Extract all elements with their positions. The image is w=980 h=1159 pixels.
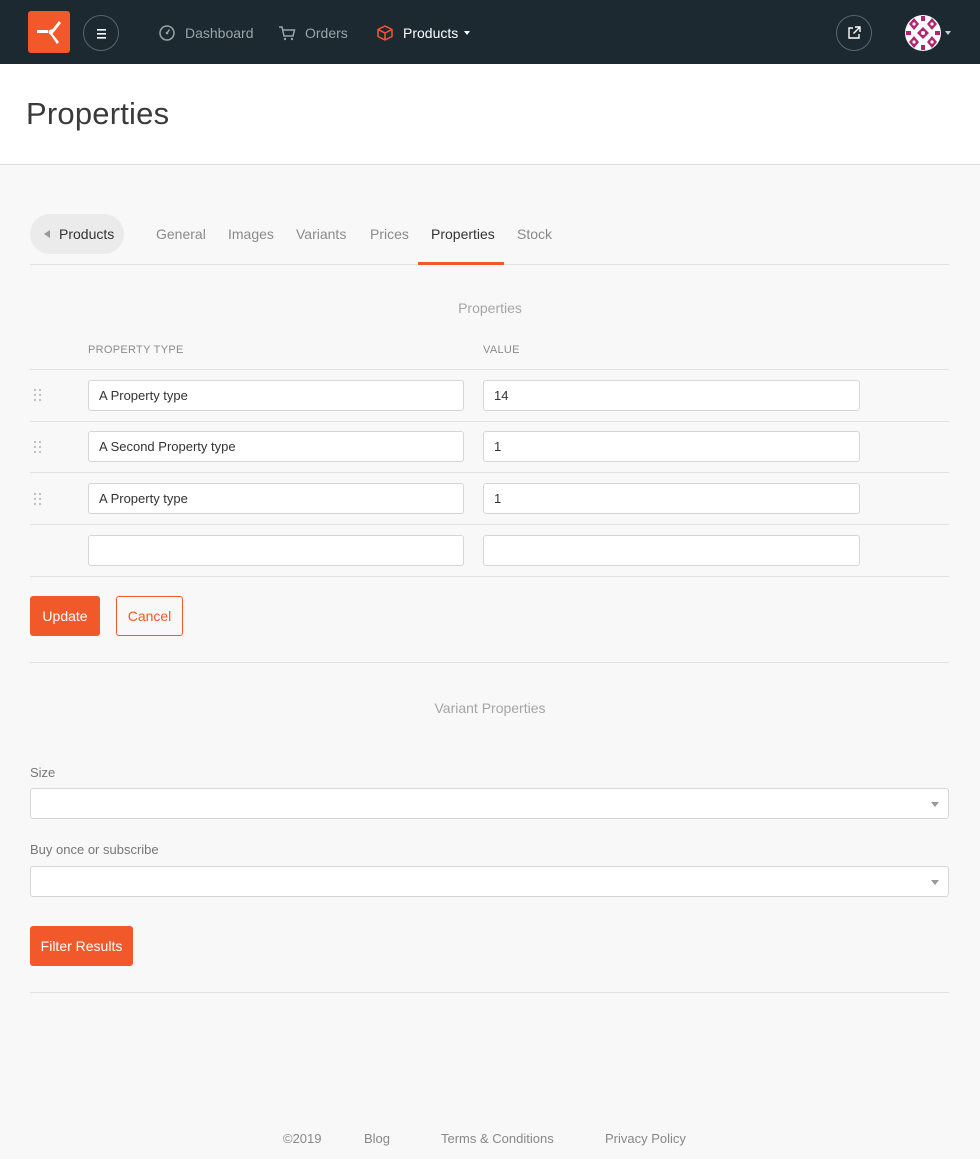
property-value-input[interactable]: 1 [483,483,860,514]
tab-images[interactable]: Images [228,226,274,242]
box-icon [375,23,395,43]
open-storefront-button[interactable] [836,15,872,51]
page-title: Properties [26,96,170,131]
tab-variants[interactable]: Variants [296,226,346,242]
cart-icon [277,23,297,43]
hamburger-icon [97,29,106,39]
nav-products[interactable]: Products [375,21,471,45]
property-type-input[interactable]: A Property type [88,380,464,411]
external-link-icon [848,26,861,39]
property-type-input[interactable]: A Second Property type [88,431,464,462]
logo[interactable] [28,11,70,53]
size-label: Size [30,765,56,780]
drag-handle-icon[interactable] [34,441,42,455]
value-column-header: VALUE [483,344,520,356]
property-value-input[interactable]: 14 [483,380,860,411]
cancel-button[interactable]: Cancel [116,596,183,636]
dashboard-icon [157,23,177,43]
filter-results-button[interactable]: Filter Results [30,926,133,966]
nav-dashboard-label: Dashboard [185,25,254,41]
top-navbar: Dashboard Orders Products [0,0,980,64]
tab-stock[interactable]: Stock [517,226,552,242]
buy-once-or-subscribe-select[interactable] [30,866,949,897]
chevron-down-icon [464,31,471,35]
new-property-type-input[interactable] [88,535,464,566]
property-type-column-header: PROPERTY TYPE [88,344,184,356]
tab-general[interactable]: General [156,226,206,242]
properties-section-title: Properties [458,300,522,316]
user-menu[interactable] [905,14,955,52]
avatar [905,15,941,51]
new-property-value-input[interactable] [483,535,860,566]
section-divider [30,992,949,993]
row-divider [30,576,949,577]
row-divider [30,472,949,473]
size-select[interactable] [30,788,949,819]
footer-privacy-link[interactable]: Privacy Policy [605,1131,686,1146]
menu-toggle-button[interactable] [83,15,119,51]
drag-handle-icon[interactable] [34,389,42,403]
logo-icon [37,21,61,44]
update-button[interactable]: Update [30,596,100,636]
nav-orders[interactable]: Orders [277,21,348,45]
active-tab-indicator [418,262,504,265]
row-divider [30,369,949,370]
variant-properties-section-title: Variant Properties [434,700,546,716]
footer-copyright: ©2019 [283,1131,322,1146]
row-divider [30,421,949,422]
footer-terms-link[interactable]: Terms & Conditions [441,1131,554,1146]
nav-orders-label: Orders [305,25,348,41]
section-divider [30,662,949,663]
buy-once-or-subscribe-label: Buy once or subscribe [30,842,159,857]
chevron-left-icon [44,230,50,238]
nav-dashboard[interactable]: Dashboard [157,21,254,45]
back-to-products-button[interactable]: Products [30,214,124,254]
user-menu-caret-icon [945,31,951,35]
footer-blog-link[interactable]: Blog [364,1131,390,1146]
tab-properties[interactable]: Properties [431,226,495,242]
row-divider [30,524,949,525]
property-type-input[interactable]: A Property type [88,483,464,514]
property-value-input[interactable]: 1 [483,431,860,462]
back-label: Products [59,226,115,242]
drag-handle-icon[interactable] [34,493,42,507]
chevron-down-icon [931,880,939,885]
chevron-down-icon [931,802,939,807]
nav-products-label: Products [403,25,459,41]
page-header: Properties [0,64,980,165]
tab-prices[interactable]: Prices [370,226,409,242]
